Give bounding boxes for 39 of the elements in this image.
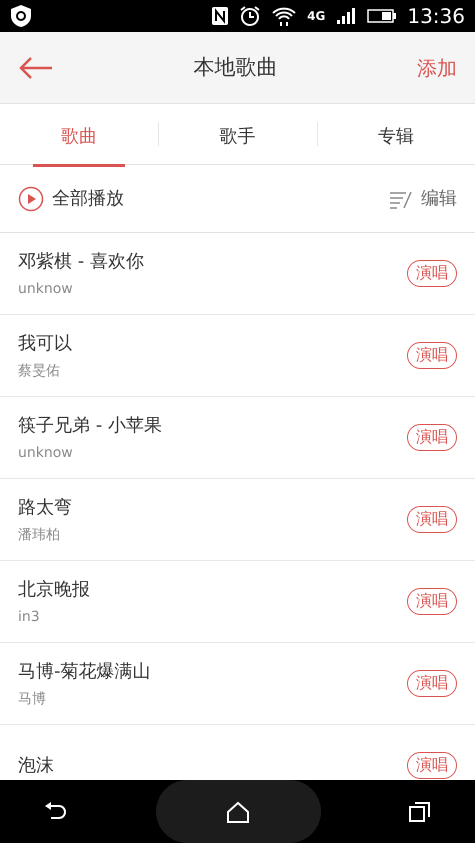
play-icon xyxy=(18,186,44,212)
status-time: 13:36 xyxy=(407,3,465,30)
song-title: 路太弯 xyxy=(18,496,73,520)
tab[interactable]: 专辑 xyxy=(350,107,442,167)
artist-name: unknow xyxy=(18,280,74,298)
sing-button[interactable]: 演唱 xyxy=(407,670,457,697)
artist-name: 马博 xyxy=(18,690,47,708)
page-title: 本地歌曲 xyxy=(192,54,278,81)
artist-name: unknow xyxy=(18,444,74,462)
song-title: 马博-菊花爆满山 xyxy=(18,660,152,684)
settings-icon xyxy=(10,4,32,28)
home-icon[interactable] xyxy=(226,800,250,822)
back-arrow-icon[interactable] xyxy=(18,56,54,80)
sing-button[interactable]: 演唱 xyxy=(407,752,457,779)
sing-button[interactable]: 演唱 xyxy=(407,342,457,369)
song-title: 筷子兄弟 - 小苹果 xyxy=(18,414,163,438)
wifi-icon xyxy=(271,5,298,27)
artist-name: 蔡旻佑 xyxy=(18,362,61,380)
alarm-icon xyxy=(239,5,262,27)
nfc-icon xyxy=(211,6,230,26)
network-label: 4G xyxy=(307,8,326,25)
sing-button[interactable]: 演唱 xyxy=(407,260,457,287)
song-title: 邓紫棋 - 喜欢你 xyxy=(18,250,145,274)
recent-apps-icon[interactable] xyxy=(408,800,432,822)
song-title: 我可以 xyxy=(18,332,73,356)
play-all-button[interactable]: 全部播放 xyxy=(18,185,124,212)
tab[interactable]: 歌曲 xyxy=(33,107,126,167)
signal-icon xyxy=(335,6,358,26)
song-title: 北京晚报 xyxy=(18,578,91,602)
sing-button[interactable]: 演唱 xyxy=(407,588,457,615)
edit-button[interactable]: 编辑 xyxy=(389,185,457,212)
artist-name: 潘玮柏 xyxy=(18,526,61,544)
add-button[interactable]: 添加 xyxy=(417,52,457,82)
sing-button[interactable]: 演唱 xyxy=(407,424,457,451)
artist-name: in3 xyxy=(18,608,41,626)
tab[interactable]: 歌手 xyxy=(191,107,284,167)
song-title: 泡沫 xyxy=(18,754,55,778)
sing-button[interactable]: 演唱 xyxy=(407,506,457,533)
battery-icon xyxy=(367,8,398,24)
